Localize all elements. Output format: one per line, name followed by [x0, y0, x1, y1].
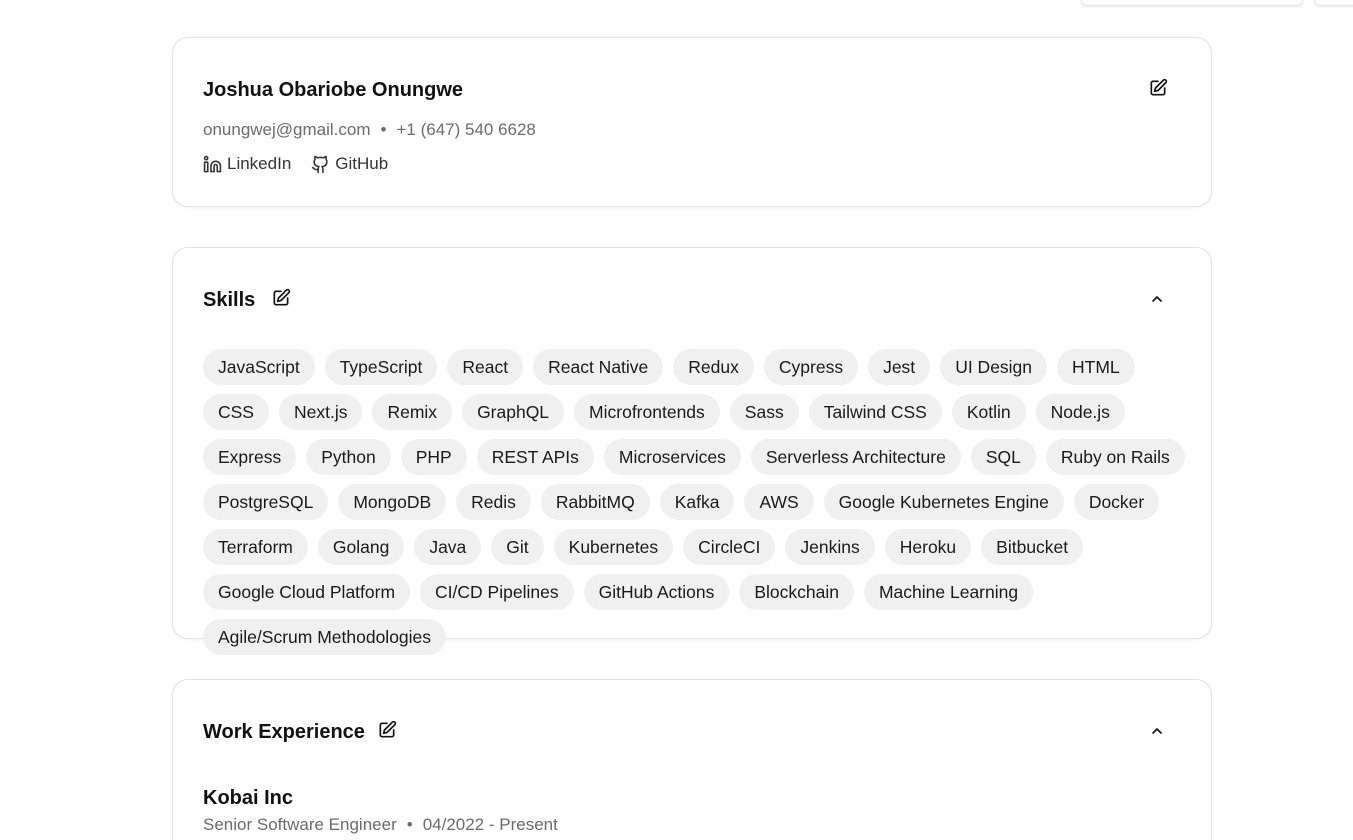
skill-chip: Microservices	[603, 439, 741, 475]
skill-chip: Google Cloud Platform	[203, 574, 411, 610]
skill-chip: Machine Learning	[863, 574, 1034, 610]
role-line: Senior Software Engineer • 04/2022 - Pre…	[203, 814, 558, 836]
skill-chip: Remix	[372, 394, 453, 430]
skill-chip: GraphQL	[462, 394, 565, 430]
skill-chip: Node.js	[1035, 394, 1125, 430]
skill-chip: Kafka	[659, 484, 735, 520]
skill-chip: Terraform	[203, 529, 308, 565]
company-name: Kobai Inc	[203, 787, 294, 809]
skill-chip: Next.js	[278, 394, 363, 430]
skill-chip: Sass	[729, 394, 799, 430]
skill-chip: Serverless Architecture	[750, 439, 961, 475]
separator: •	[380, 120, 387, 139]
skill-chip: HTML	[1057, 349, 1135, 385]
skill-chip: Heroku	[884, 529, 972, 565]
skill-chip: Microfrontends	[574, 394, 720, 430]
skill-chip: REST APIs	[476, 439, 594, 475]
chevron-up-icon	[1152, 296, 1162, 302]
edit-icon	[379, 720, 397, 738]
skill-chip: PHP	[400, 439, 467, 475]
edit-icon	[1150, 78, 1168, 96]
skill-chip: CSS	[203, 394, 269, 430]
skill-chip: Bitbucket	[981, 529, 1084, 565]
work-experience-title: Work Experience	[203, 721, 365, 743]
skill-chip: PostgreSQL	[203, 484, 329, 520]
skill-chip: Agile/Scrum Methodologies	[203, 619, 447, 655]
edit-work-experience-button[interactable]	[375, 718, 399, 742]
skill-chip: CI/CD Pipelines	[420, 574, 574, 610]
profile-phone: +1 (647) 540 6628	[396, 120, 536, 139]
collapse-work-experience-button[interactable]	[1145, 719, 1169, 743]
skill-chip: RabbitMQ	[540, 484, 650, 520]
skill-chip: Jenkins	[785, 529, 875, 565]
skill-chip: TypeScript	[324, 349, 438, 385]
skills-card: Skills JavaScript TypeScript React React Na…	[172, 247, 1212, 655]
skill-chip: Blockchain	[739, 574, 854, 610]
skill-chip: Ruby on Rails	[1045, 439, 1185, 475]
linkedin-label: LinkedIn	[227, 154, 292, 173]
profile-contact: onungwej@gmail.com • +1 (647) 540 6628	[203, 119, 536, 141]
job-title: Senior Software Engineer	[203, 815, 397, 834]
skill-chip: Python	[306, 439, 391, 475]
github-icon	[312, 155, 328, 173]
profile-name: Joshua Obariobe Onungwe	[203, 79, 464, 101]
skill-chip: Redis	[456, 484, 531, 520]
skill-chip: UI Design	[940, 349, 1048, 385]
skill-chip: React	[447, 349, 524, 385]
collapse-skills-button[interactable]	[1145, 287, 1169, 311]
skills-title: Skills	[203, 289, 256, 311]
top-toolbar-button-secondary[interactable]	[1314, 0, 1353, 6]
edit-icon	[273, 288, 291, 306]
skill-chip: GitHub Actions	[583, 574, 730, 610]
skill-chip: Express	[203, 439, 297, 475]
skill-chip: Google Kubernetes Engine	[823, 484, 1064, 520]
skill-chip: AWS	[744, 484, 814, 520]
skill-chip: Redux	[673, 349, 754, 385]
skill-chip: Kubernetes	[553, 529, 674, 565]
skill-chip: Git	[491, 529, 544, 565]
skill-chip: Tailwind CSS	[808, 394, 942, 430]
github-label: GitHub	[335, 154, 389, 173]
github-link[interactable]: GitHub	[311, 153, 388, 175]
skill-chip: Java	[414, 529, 482, 565]
skill-chip: Cypress	[763, 349, 859, 385]
skill-chip: Golang	[317, 529, 405, 565]
skill-chip: Docker	[1073, 484, 1160, 520]
profile-email: onungwej@gmail.com	[203, 120, 371, 139]
skill-chip: React Native	[533, 349, 664, 385]
edit-skills-button[interactable]	[269, 286, 293, 310]
skill-chip: JavaScript	[203, 349, 315, 385]
skill-chip: MongoDB	[338, 484, 447, 520]
chevron-up-icon	[1152, 728, 1162, 734]
skills-list: JavaScript TypeScript React React Native Red…	[203, 349, 1193, 655]
linkedin-link[interactable]: LinkedIn	[203, 153, 291, 175]
skill-chip: SQL	[970, 439, 1036, 475]
work-experience-card: Work Experience Kobai Inc Senior Softwar…	[172, 679, 1212, 840]
edit-profile-button[interactable]	[1146, 76, 1170, 100]
profile-links: LinkedIn GitHub	[203, 153, 388, 175]
skill-chip: CircleCI	[683, 529, 776, 565]
skill-chip: Jest	[868, 349, 931, 385]
profile-card: Joshua Obariobe Onungwe onungwej@gmail.c…	[172, 37, 1212, 207]
linkedin-icon	[203, 155, 222, 172]
separator: •	[406, 815, 413, 834]
job-dates: 04/2022 - Present	[422, 815, 558, 834]
skill-chip: Kotlin	[951, 394, 1026, 430]
top-toolbar-button[interactable]	[1081, 0, 1303, 6]
